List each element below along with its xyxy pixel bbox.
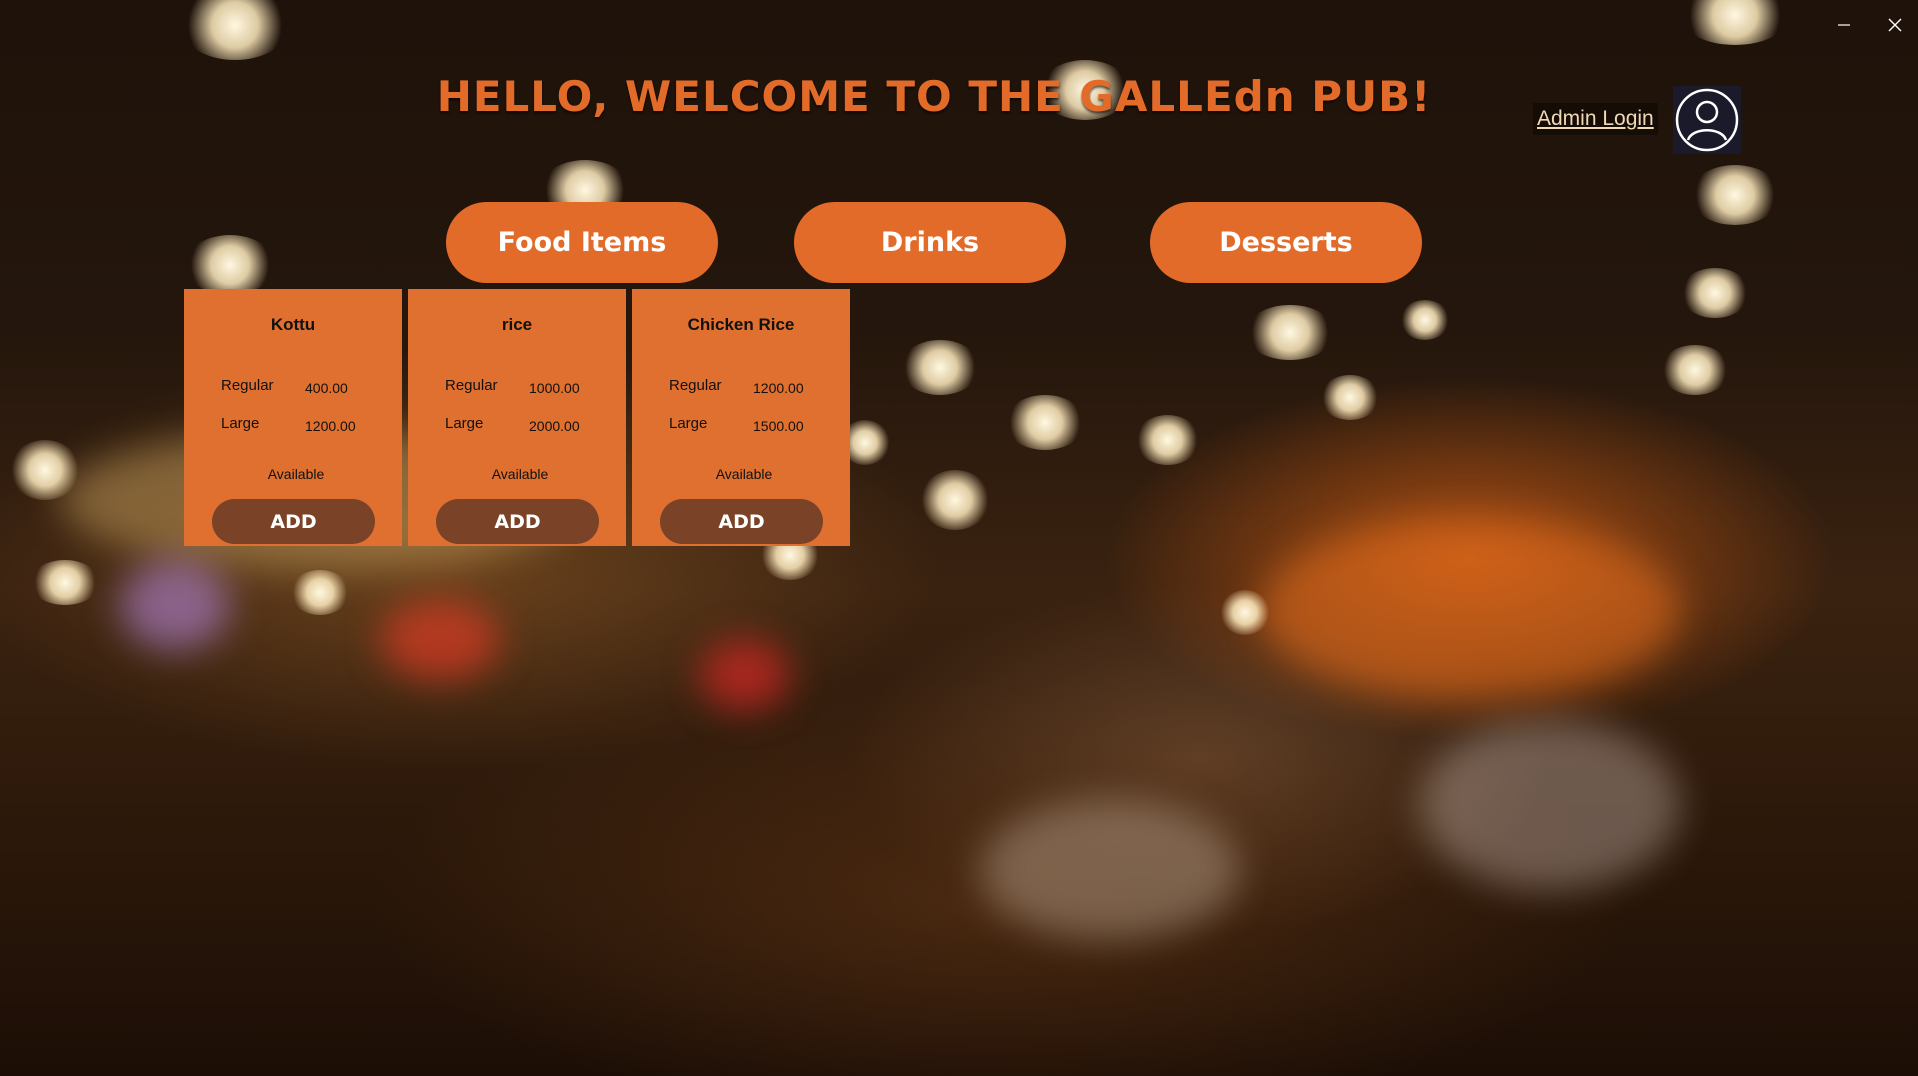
food-items-button[interactable]: Food Items xyxy=(446,202,718,283)
add-button[interactable]: ADD xyxy=(212,499,375,544)
large-size-label: Large xyxy=(669,415,708,432)
admin-login-link[interactable]: Admin Login xyxy=(1533,103,1658,135)
regular-price: 1000.00 xyxy=(529,380,580,396)
menu-item-card: rice Regular 1000.00 Large 2000.00 Avail… xyxy=(408,289,626,546)
large-price: 2000.00 xyxy=(529,418,580,434)
add-button[interactable]: ADD xyxy=(660,499,823,544)
regular-size-label: Regular xyxy=(445,377,498,394)
add-button[interactable]: ADD xyxy=(436,499,599,544)
regular-size-label: Regular xyxy=(221,377,274,394)
close-icon[interactable] xyxy=(1880,10,1910,40)
large-size-label: Large xyxy=(221,415,260,432)
item-name: Kottu xyxy=(270,315,316,334)
availability-status: Available xyxy=(267,466,325,482)
item-name: rice xyxy=(501,315,533,334)
large-size-label: Large xyxy=(445,415,484,432)
desserts-button[interactable]: Desserts xyxy=(1150,202,1422,283)
large-price: 1200.00 xyxy=(305,418,356,434)
drinks-button[interactable]: Drinks xyxy=(794,202,1066,283)
menu-item-card: Kottu Regular 400.00 Large 1200.00 Avail… xyxy=(184,289,402,546)
large-price: 1500.00 xyxy=(753,418,804,434)
item-name: Chicken Rice xyxy=(687,315,795,334)
regular-price: 1200.00 xyxy=(753,380,804,396)
availability-status: Available xyxy=(715,466,773,482)
minimize-icon[interactable] xyxy=(1829,10,1859,40)
regular-price: 400.00 xyxy=(305,380,348,396)
app-window: HELLO, WELCOME TO THE GALLEdn PUB! Admin… xyxy=(0,0,1918,1076)
availability-status: Available xyxy=(491,466,549,482)
user-avatar-icon[interactable] xyxy=(1673,86,1741,154)
menu-item-card: Chicken Rice Regular 1200.00 Large 1500.… xyxy=(632,289,850,546)
regular-size-label: Regular xyxy=(669,377,722,394)
